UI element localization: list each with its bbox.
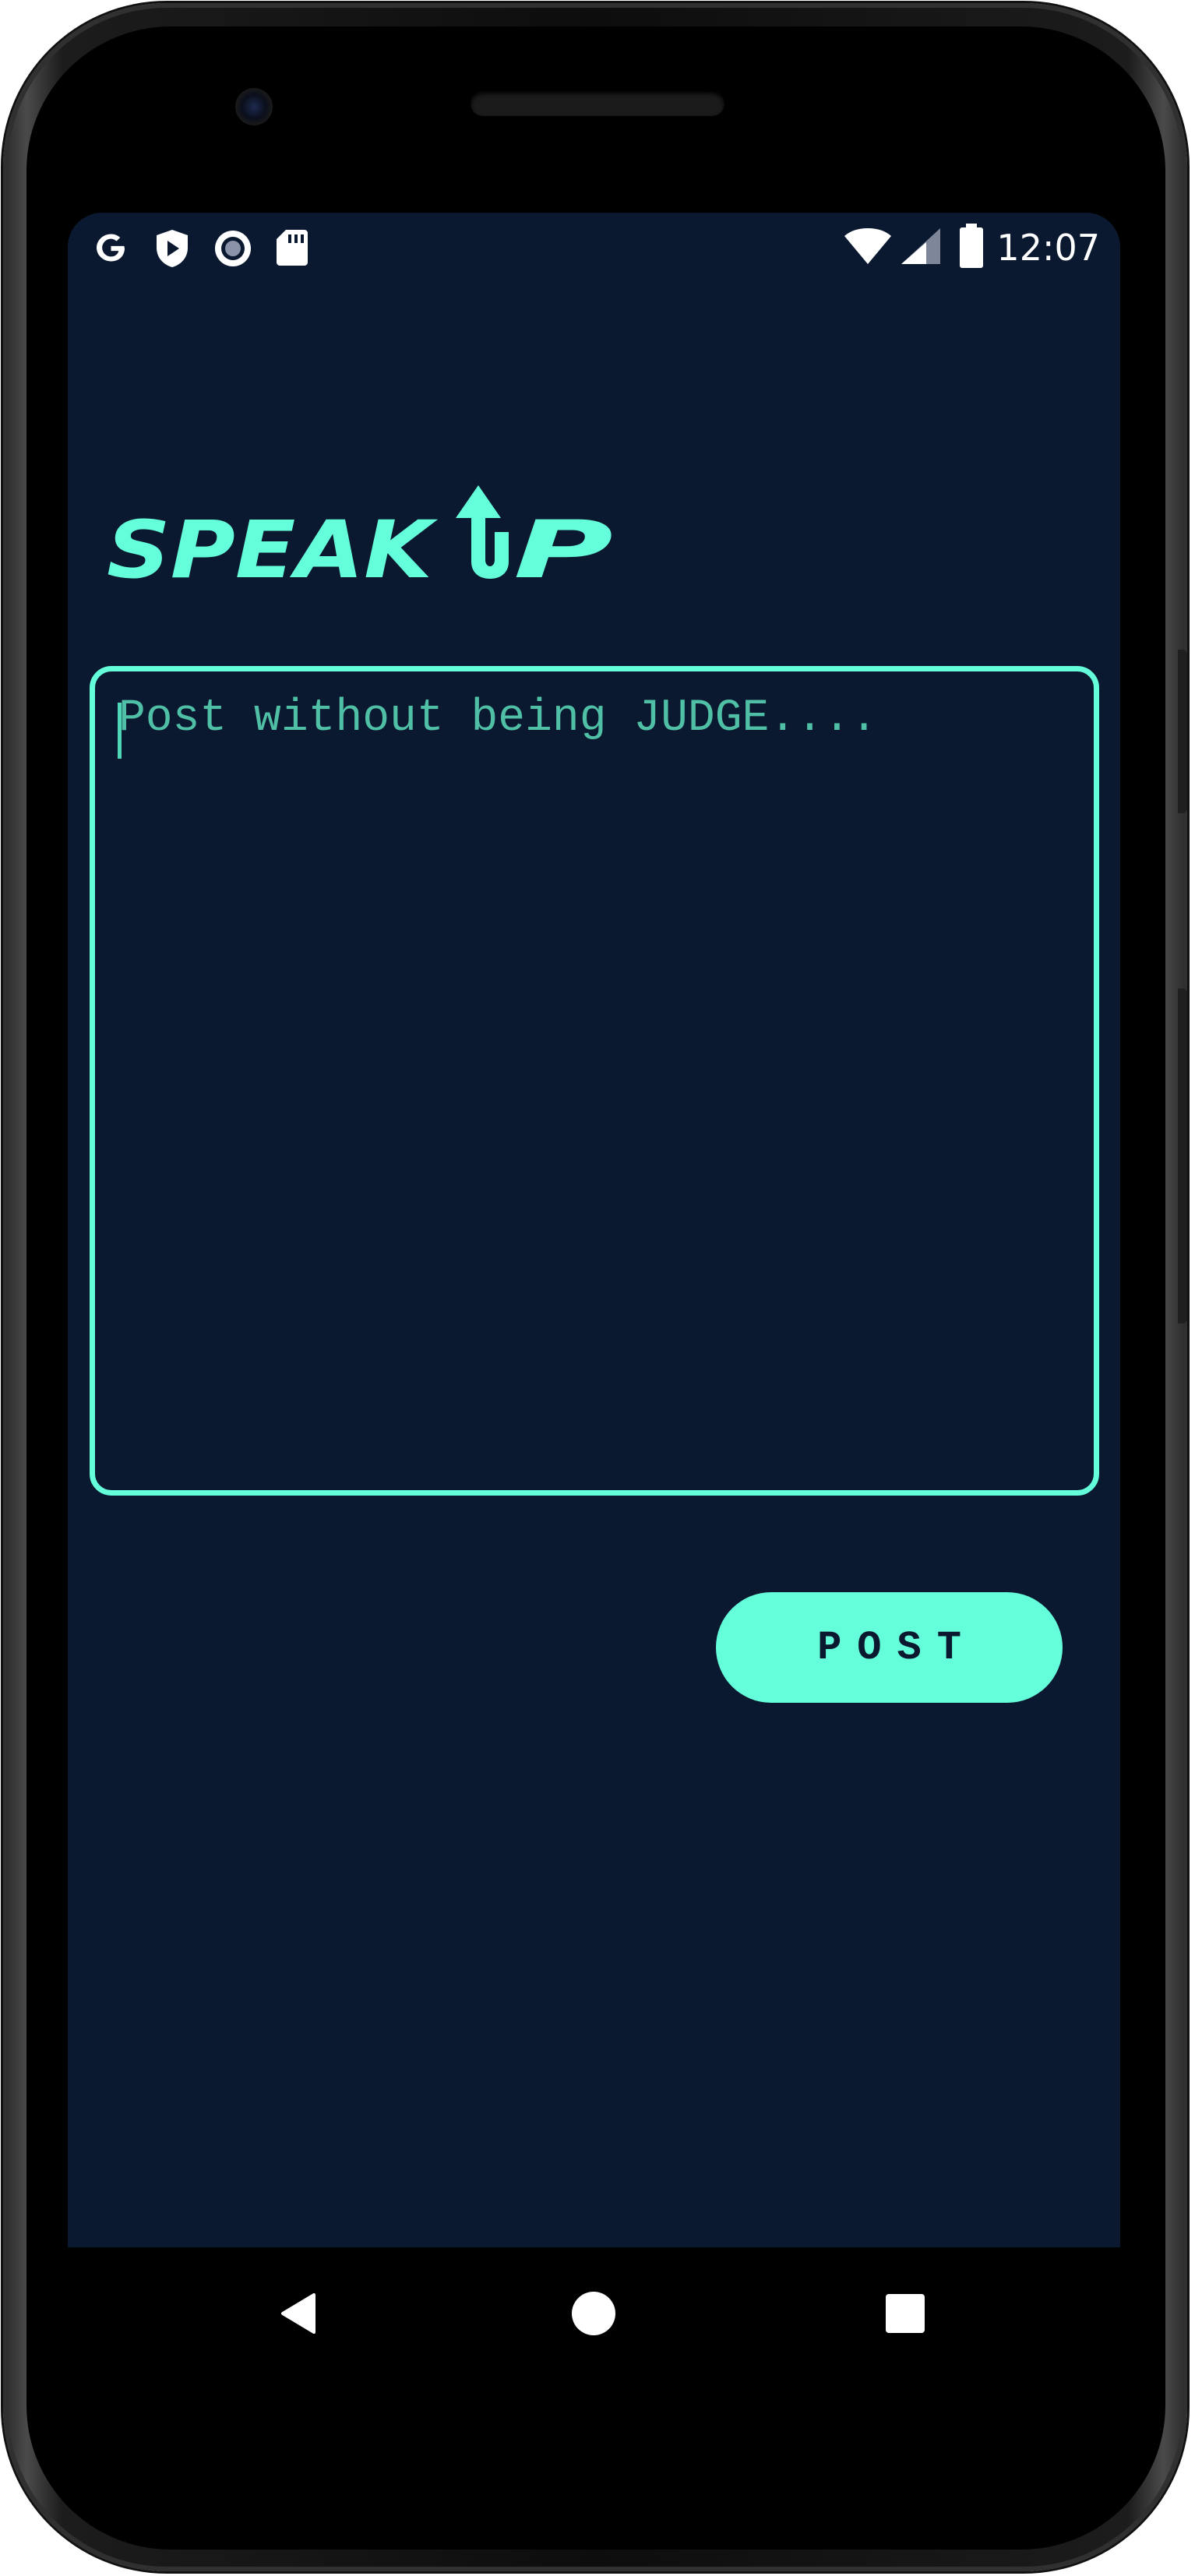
- post-button[interactable]: POST: [716, 1592, 1063, 1703]
- battery-icon: [958, 224, 985, 272]
- google-icon: [91, 228, 130, 270]
- post-input[interactable]: [95, 671, 1094, 1490]
- text-cursor: [118, 703, 122, 759]
- navigation-bar: [68, 2247, 1120, 2380]
- record-icon: [213, 228, 253, 272]
- app-screen: 12:07 SPEAK P POST: [68, 213, 1120, 2247]
- wifi-icon: [843, 227, 893, 269]
- svg-text:SPEAK: SPEAK: [107, 504, 439, 590]
- svg-text:P: P: [513, 504, 613, 590]
- post-composer: [90, 666, 1099, 1496]
- volume-button: [1178, 988, 1187, 1323]
- home-icon: [572, 2292, 615, 2335]
- home-button[interactable]: [539, 2247, 648, 2380]
- status-time: 12:07: [996, 227, 1100, 269]
- back-icon: [281, 2293, 315, 2334]
- status-bar: 12:07: [68, 213, 1120, 283]
- sd-card-icon: [275, 228, 309, 270]
- shield-play-icon: [153, 228, 191, 272]
- recents-icon: [886, 2294, 925, 2333]
- back-button[interactable]: [243, 2247, 352, 2380]
- earpiece-speaker: [471, 91, 724, 116]
- recents-button[interactable]: [851, 2247, 960, 2380]
- front-camera: [235, 88, 273, 125]
- power-button: [1178, 650, 1187, 813]
- app-logo: SPEAK P: [107, 485, 621, 597]
- cellular-signal-icon: [900, 227, 942, 269]
